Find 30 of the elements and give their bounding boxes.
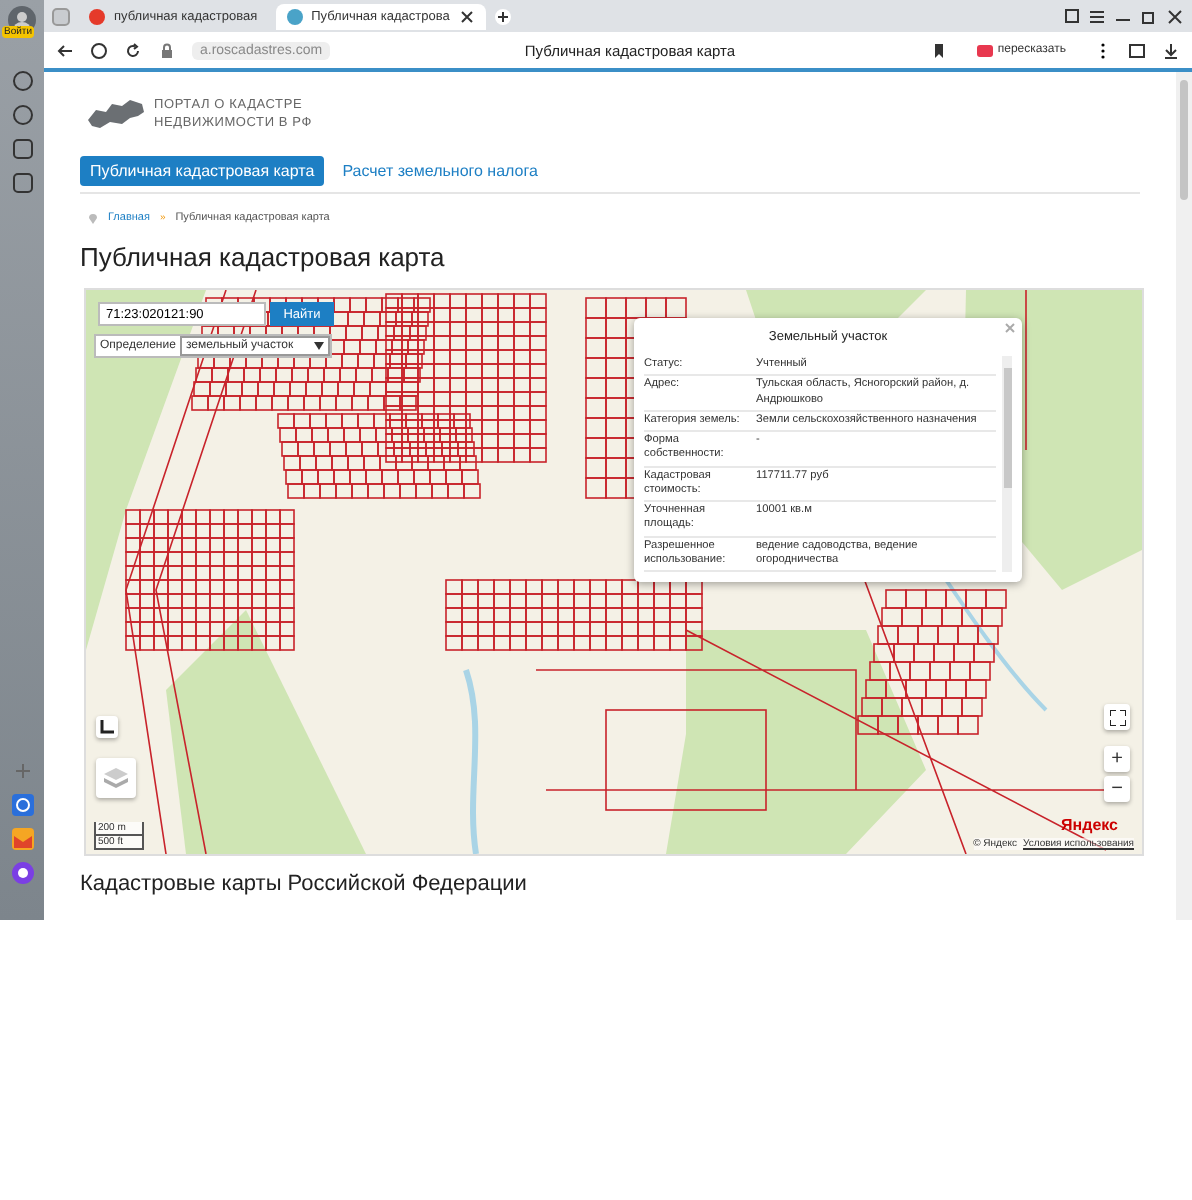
fullscreen-icon (1109, 709, 1125, 725)
menu-icon[interactable] (1088, 7, 1106, 25)
corner-icon (100, 720, 114, 734)
zoom-out-button[interactable]: − (1104, 776, 1130, 802)
circle-logo-icon (88, 7, 106, 25)
map-provider-logo: Яндекс (1061, 816, 1118, 834)
back-icon[interactable] (56, 41, 74, 59)
nav-tab[interactable]: Публичная кадастровая карта (80, 156, 325, 186)
summarize-icon (975, 41, 994, 59)
restore-icon[interactable] (1140, 7, 1158, 25)
close-icon[interactable] (1166, 7, 1184, 25)
target-icon[interactable] (11, 794, 33, 816)
zoom-in-button[interactable]: + (1104, 746, 1130, 772)
bookmark-icon[interactable] (929, 41, 948, 59)
caret-icon (313, 342, 324, 350)
layers-icon (104, 768, 128, 788)
download-icon[interactable] (1162, 41, 1180, 59)
lock-icon[interactable] (158, 41, 176, 59)
nav-tab[interactable]: Расчет земельного налога (332, 156, 548, 186)
location-pin-icon (88, 212, 98, 224)
ruler-button[interactable] (96, 716, 118, 738)
reload-icon[interactable] (124, 41, 142, 59)
close-icon[interactable] (457, 7, 476, 25)
new-tab-icon[interactable] (493, 7, 512, 25)
russia-map-logo-icon (86, 96, 146, 132)
page-scrollbar[interactable] (1176, 72, 1192, 920)
popup-scrollbar[interactable] (1002, 356, 1012, 573)
fullscreen-button[interactable] (1104, 704, 1130, 730)
section-heading: Кадастровые карты Российской Федерации (80, 872, 529, 896)
page-heading: Публичная кадастровая карта (80, 242, 447, 272)
